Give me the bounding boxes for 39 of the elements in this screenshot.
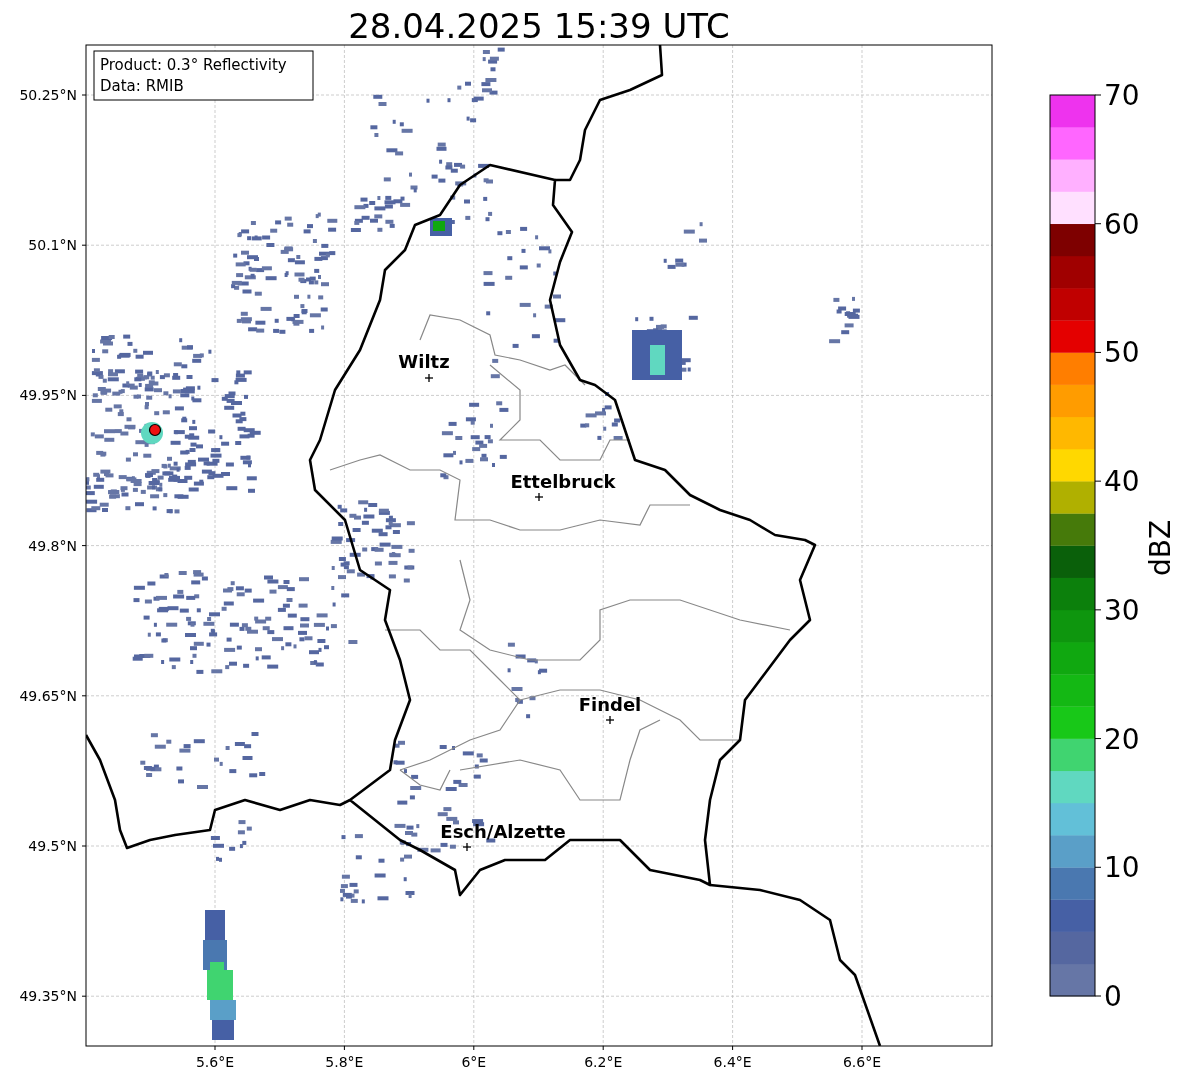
axis-tick-label: 49.35°N	[19, 988, 77, 1005]
colorbar-label: dBZ	[1144, 519, 1177, 577]
city-marker-icon	[462, 842, 472, 852]
axis-tick-label: 49.95°N	[19, 387, 77, 404]
info-text: Product: 0.3° Reflectivity	[100, 56, 287, 74]
axis-tick-label: 50.1°N	[28, 237, 77, 254]
colorbar-tick-label: 10	[1104, 851, 1140, 885]
axis-tick-label: 5.6°E	[195, 1054, 235, 1070]
radar-echo-cluster	[663, 222, 707, 269]
city-label: Wiltz	[398, 351, 450, 372]
colorbar-tick-label: 60	[1104, 207, 1140, 241]
colorbar-tick-label: 30	[1104, 593, 1140, 627]
axis-tick-label: 50.25°N	[19, 87, 77, 103]
colorbar-tick-label: 40	[1104, 465, 1140, 499]
axis-tick-label: 5.8°E	[325, 1054, 364, 1070]
axis-tick-label: 6°E	[461, 1054, 487, 1070]
radar-echo-cluster	[580, 392, 623, 440]
chart-title: 28.04.2025 15:39 UTC	[348, 6, 730, 46]
radar-echo-cluster	[632, 330, 682, 380]
colorbar-tick-label: 70	[1104, 79, 1140, 112]
city-label: Findel	[578, 694, 642, 715]
colorbar-tick-label: 50	[1104, 336, 1140, 370]
city-label: Ettelbruck	[510, 471, 616, 492]
axis-tick-label: 6.2°E	[584, 1054, 623, 1070]
info-text: Data: RMIB	[100, 77, 184, 95]
axis-tick-label: 49.5°N	[28, 838, 77, 854]
city-marker-icon	[605, 715, 615, 725]
colorbar-tick-label: 20	[1104, 722, 1140, 756]
radar-site-marker	[148, 423, 162, 437]
colorbar-tick-label: 0	[1104, 980, 1122, 1013]
axis-tick-label: 49.65°N	[19, 687, 77, 704]
axis-tick-label: 6.6°E	[842, 1054, 882, 1070]
city-label: Esch/Alzette	[440, 821, 566, 842]
city-marker-icon	[534, 492, 544, 502]
city-marker-icon	[424, 373, 434, 383]
radar-echo-cluster	[829, 296, 860, 344]
radar-echo-cluster	[210, 820, 252, 862]
axis-tick-label: 49.8°N	[28, 537, 77, 554]
axis-tick-label: 6.4°E	[713, 1054, 752, 1070]
